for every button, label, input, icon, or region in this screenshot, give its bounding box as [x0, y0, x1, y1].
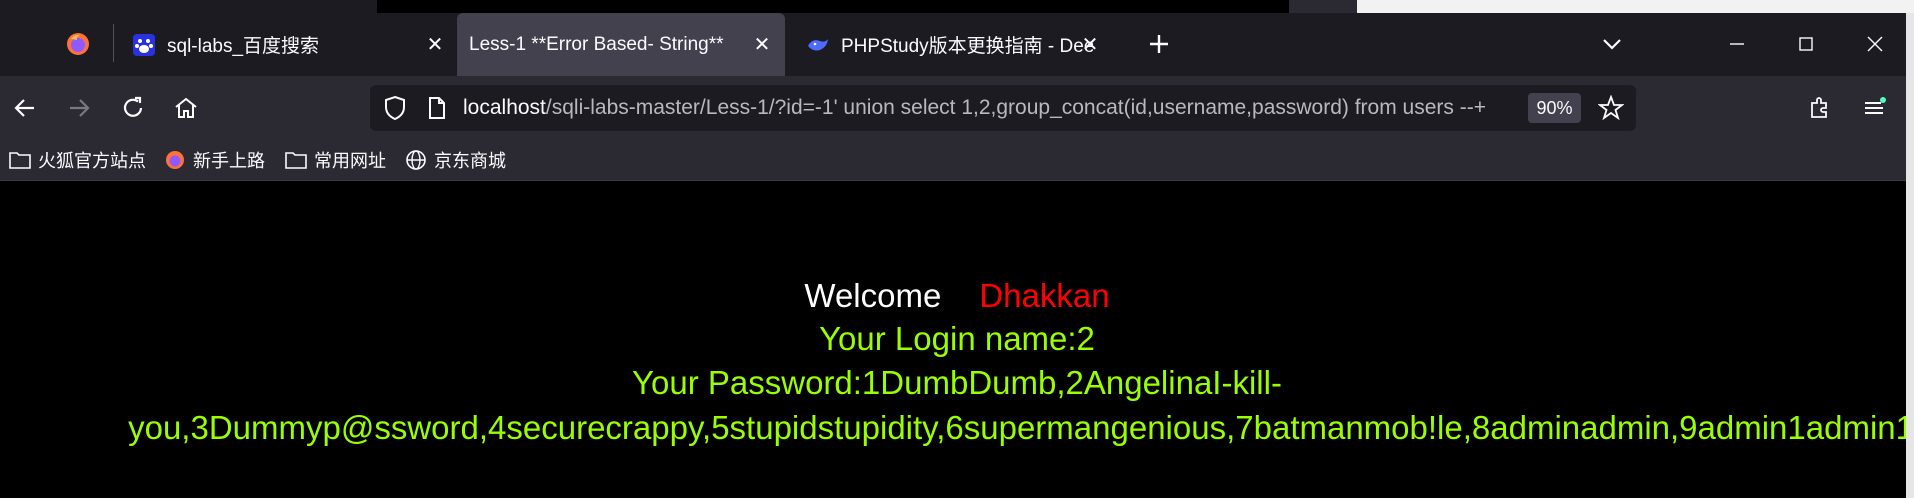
maximize-button[interactable] [1788, 26, 1824, 62]
minimize-icon [1730, 43, 1744, 45]
bookmark-item[interactable]: 京东商城 [404, 146, 506, 174]
tab-strip: sql-labs_百度搜索 ✕ Less-1 **Error Based- St… [0, 0, 1914, 88]
deepseek-whale-icon [805, 32, 831, 58]
window-backdrop [1357, 0, 1914, 13]
folder-icon [8, 148, 32, 172]
close-tab-icon[interactable]: ✕ [1077, 31, 1103, 57]
maximize-icon [1799, 37, 1813, 51]
back-arrow-icon [14, 99, 34, 117]
home-button[interactable] [168, 90, 204, 126]
welcome-line: Welcome Dhakkan [0, 277, 1914, 315]
page-info-icon[interactable] [424, 95, 450, 126]
bookmark-item[interactable]: 火狐官方站点 [8, 146, 146, 174]
close-tab-icon[interactable]: ✕ [422, 31, 448, 57]
tab-label: Less-1 **Error Based- String** [469, 33, 724, 55]
folder-icon [284, 148, 308, 172]
home-icon [175, 97, 197, 118]
extensions-button[interactable] [1802, 90, 1838, 126]
reload-icon [123, 96, 143, 117]
puzzle-icon [1811, 97, 1827, 118]
app-menu-button[interactable] [1856, 90, 1892, 126]
bookmark-label: 常用网址 [314, 151, 386, 171]
login-name-line: Your Login name:2 [819, 320, 1095, 357]
firefox-icon [67, 33, 89, 55]
address-bar[interactable]: localhost/sqli-labs-master/Less-1/?id=-1… [370, 85, 1636, 131]
bookmark-label: 火狐官方站点 [38, 151, 146, 171]
chevron-down-icon [1603, 39, 1621, 50]
tab-label: sql-labs_百度搜索 [167, 36, 320, 57]
tab-less-1[interactable]: Less-1 **Error Based- String** ✕ [457, 13, 785, 76]
back-button[interactable] [7, 90, 43, 126]
tab-label: PHPStudy版本更换指南 - Deep [841, 36, 1093, 57]
window-backdrop [377, 0, 1289, 13]
hamburger-menu-icon [1865, 97, 1886, 114]
welcome-name: Dhakkan [979, 277, 1110, 314]
globe-icon [404, 148, 428, 172]
list-all-tabs-button[interactable] [1594, 26, 1630, 62]
close-window-button[interactable] [1857, 26, 1893, 62]
welcome-text: Welcome [804, 277, 942, 314]
bookmark-item[interactable]: 新手上路 [163, 146, 265, 174]
bookmark-label: 京东商城 [434, 151, 506, 171]
page-content: Welcome Dhakkan Your Login name:2 Your Pa… [0, 181, 1914, 498]
window-backdrop [1289, 0, 1357, 13]
shield-icon[interactable] [382, 95, 408, 126]
baidu-paw-icon [131, 32, 157, 58]
url-path: /sqli-labs-master/Less-1/?id=-1' union s… [545, 96, 1486, 119]
tab-phpstudy-guide[interactable]: PHPStudy版本更换指南 - Deep ✕ [797, 13, 1125, 76]
bookmark-item[interactable]: 常用网址 [284, 146, 386, 174]
zoom-level-button[interactable]: 90% [1528, 93, 1581, 123]
password-line: Your Password:1DumbDumb,2AngelinaI-kill- [632, 364, 1282, 401]
tab-sql-labs-search[interactable]: sql-labs_百度搜索 ✕ [121, 13, 458, 76]
navigation-toolbar: localhost/sqli-labs-master/Less-1/?id=-1… [0, 76, 1914, 140]
new-tab-button[interactable] [1141, 26, 1177, 62]
reload-button[interactable] [115, 90, 151, 126]
forward-button[interactable] [61, 90, 97, 126]
firefox-icon [163, 148, 187, 172]
password-line-continued: you,3Dummyp@ssword,4securecrappy,5stupid… [128, 409, 1914, 446]
close-icon [1867, 36, 1883, 52]
minimize-button[interactable] [1719, 26, 1755, 62]
bookmark-label: 新手上路 [193, 151, 265, 171]
tab-separator [113, 24, 114, 62]
bookmark-star-icon[interactable] [1597, 94, 1625, 126]
forward-arrow-icon [70, 99, 90, 117]
bookmarks-toolbar: 火狐官方站点 新手上路 常用网址 京东商城 [0, 140, 1914, 181]
window-edge [1906, 13, 1914, 498]
plus-icon [1150, 35, 1168, 53]
url-text[interactable]: localhost/sqli-labs-master/Less-1/?id=-1… [463, 96, 1503, 120]
url-host: localhost [463, 96, 546, 119]
firefox-view-button[interactable] [60, 26, 96, 62]
close-tab-icon[interactable]: ✕ [749, 31, 775, 57]
